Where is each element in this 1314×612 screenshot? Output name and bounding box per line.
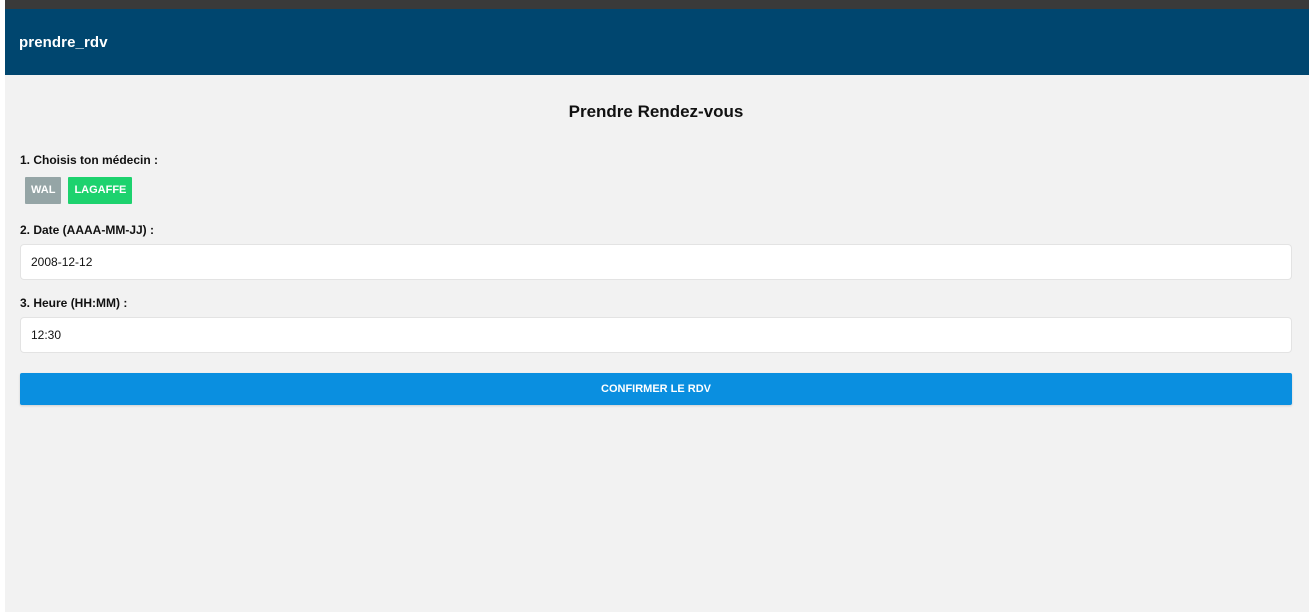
confirm-button[interactable]: CONFIRMER LE RDV [20, 373, 1292, 405]
appointment-form: Prendre Rendez-vous 1. Choisis ton médec… [5, 101, 1309, 405]
time-input[interactable] [20, 317, 1292, 353]
doctor-button-wal[interactable]: WAL [25, 177, 62, 204]
app-header: prendre_rdv [5, 9, 1309, 75]
time-label: 3. Heure (HH:MM) : [20, 296, 128, 310]
app-title: prendre_rdv [19, 33, 108, 51]
page-title: Prendre Rendez-vous [568, 102, 744, 121]
date-input[interactable] [20, 244, 1292, 280]
doctor-label: 1. Choisis ton médecin : [20, 153, 159, 167]
app-window: prendre_rdv Prendre Rendez-vous 1. Chois… [5, 9, 1309, 612]
window-top-strip [5, 0, 1309, 9]
date-label: 2. Date (AAAA-MM-JJ) : [20, 223, 155, 237]
doctor-button-lagaffe[interactable]: LAGAFFE [68, 177, 133, 204]
screen: prendre_rdv Prendre Rendez-vous 1. Chois… [0, 0, 1314, 612]
doctor-options: WAL LAGAFFE [25, 177, 1292, 204]
